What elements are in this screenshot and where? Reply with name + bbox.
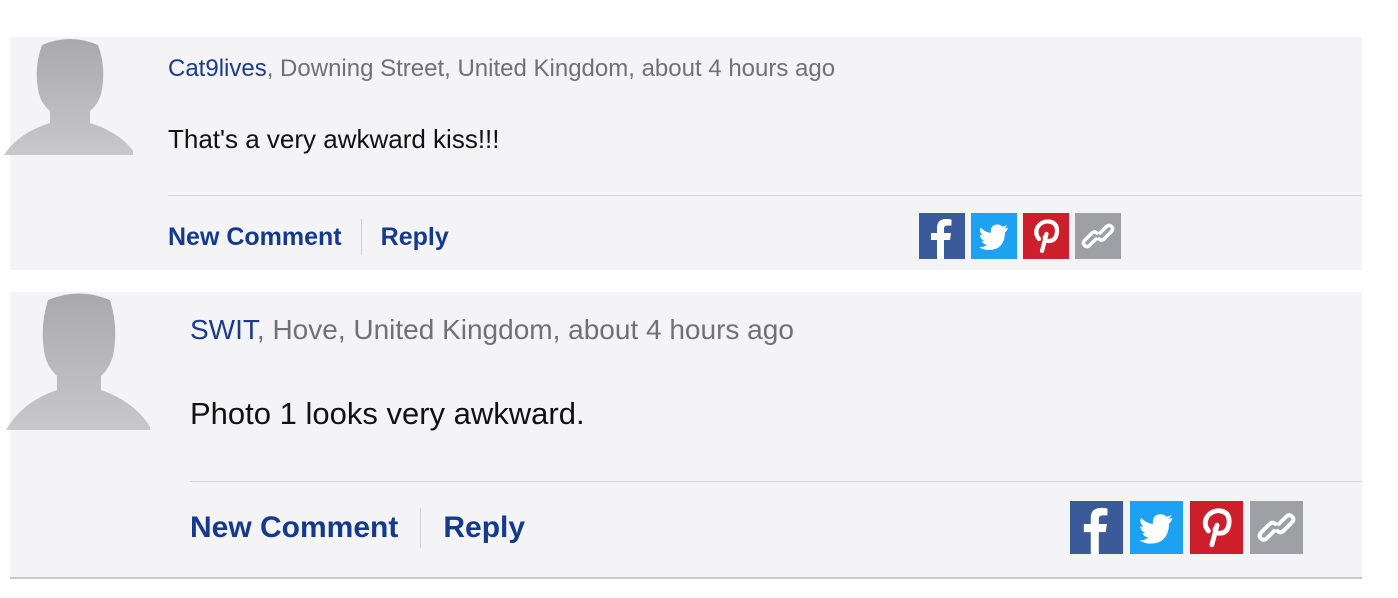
reply-button[interactable]: Reply [443,511,525,545]
comment-actions: New Comment Reply [168,219,449,255]
comment-panel: Cat9lives, Downing Street, United Kingdo… [133,37,1362,270]
facebook-icon [1083,507,1108,554]
new-comment-button[interactable]: New Comment [168,223,342,252]
twitter-share-button[interactable] [971,213,1017,259]
author-name[interactable]: Cat9lives [168,55,267,82]
new-comment-button[interactable]: New Comment [190,511,398,545]
facebook-share-button[interactable] [919,213,965,259]
comment-text: Photo 1 looks very awkward. [190,396,585,431]
facebook-share-button[interactable] [1070,501,1123,554]
comment-header: Cat9lives, Downing Street, United Kingdo… [168,55,835,83]
link-icon [1257,513,1296,542]
avatar[interactable] [2,37,138,159]
pinterest-icon [1202,508,1232,548]
comment-meta: , Downing Street, United Kingdom, about … [266,55,836,82]
copy-link-button[interactable] [1250,501,1303,554]
pinterest-share-button[interactable] [1190,501,1243,554]
copy-link-button[interactable] [1075,213,1121,259]
comment-header: SWIT, Hove, United Kingdom, about 4 hour… [190,314,794,346]
avatar[interactable] [4,292,154,434]
action-separator [360,219,362,255]
twitter-icon [1139,514,1173,544]
share-buttons [919,213,1121,259]
default-user-icon [6,293,152,430]
author-name[interactable]: SWIT [190,314,257,345]
comment-item: SWIT, Hove, United Kingdom, about 4 hour… [6,292,1362,579]
comment-text: That's a very awkward kiss!!! [168,124,500,154]
reply-button[interactable]: Reply [381,223,449,252]
comment-panel: SWIT, Hove, United Kingdom, about 4 hour… [150,292,1362,577]
twitter-icon [979,224,1008,250]
link-icon [1081,223,1115,249]
comment-actions: New Comment Reply [190,508,525,548]
twitter-share-button[interactable] [1130,501,1183,554]
divider [190,481,1362,482]
comment-item: Cat9lives, Downing Street, United Kingdo… [4,37,1362,270]
comment-meta: , Hove, United Kingdom, about 4 hours ag… [256,314,794,345]
share-buttons [1070,501,1303,554]
facebook-icon [931,219,952,259]
divider [168,195,1362,196]
pinterest-share-button[interactable] [1023,213,1069,259]
action-separator [420,508,422,548]
default-user-icon [4,39,136,155]
pinterest-icon [1034,219,1060,254]
